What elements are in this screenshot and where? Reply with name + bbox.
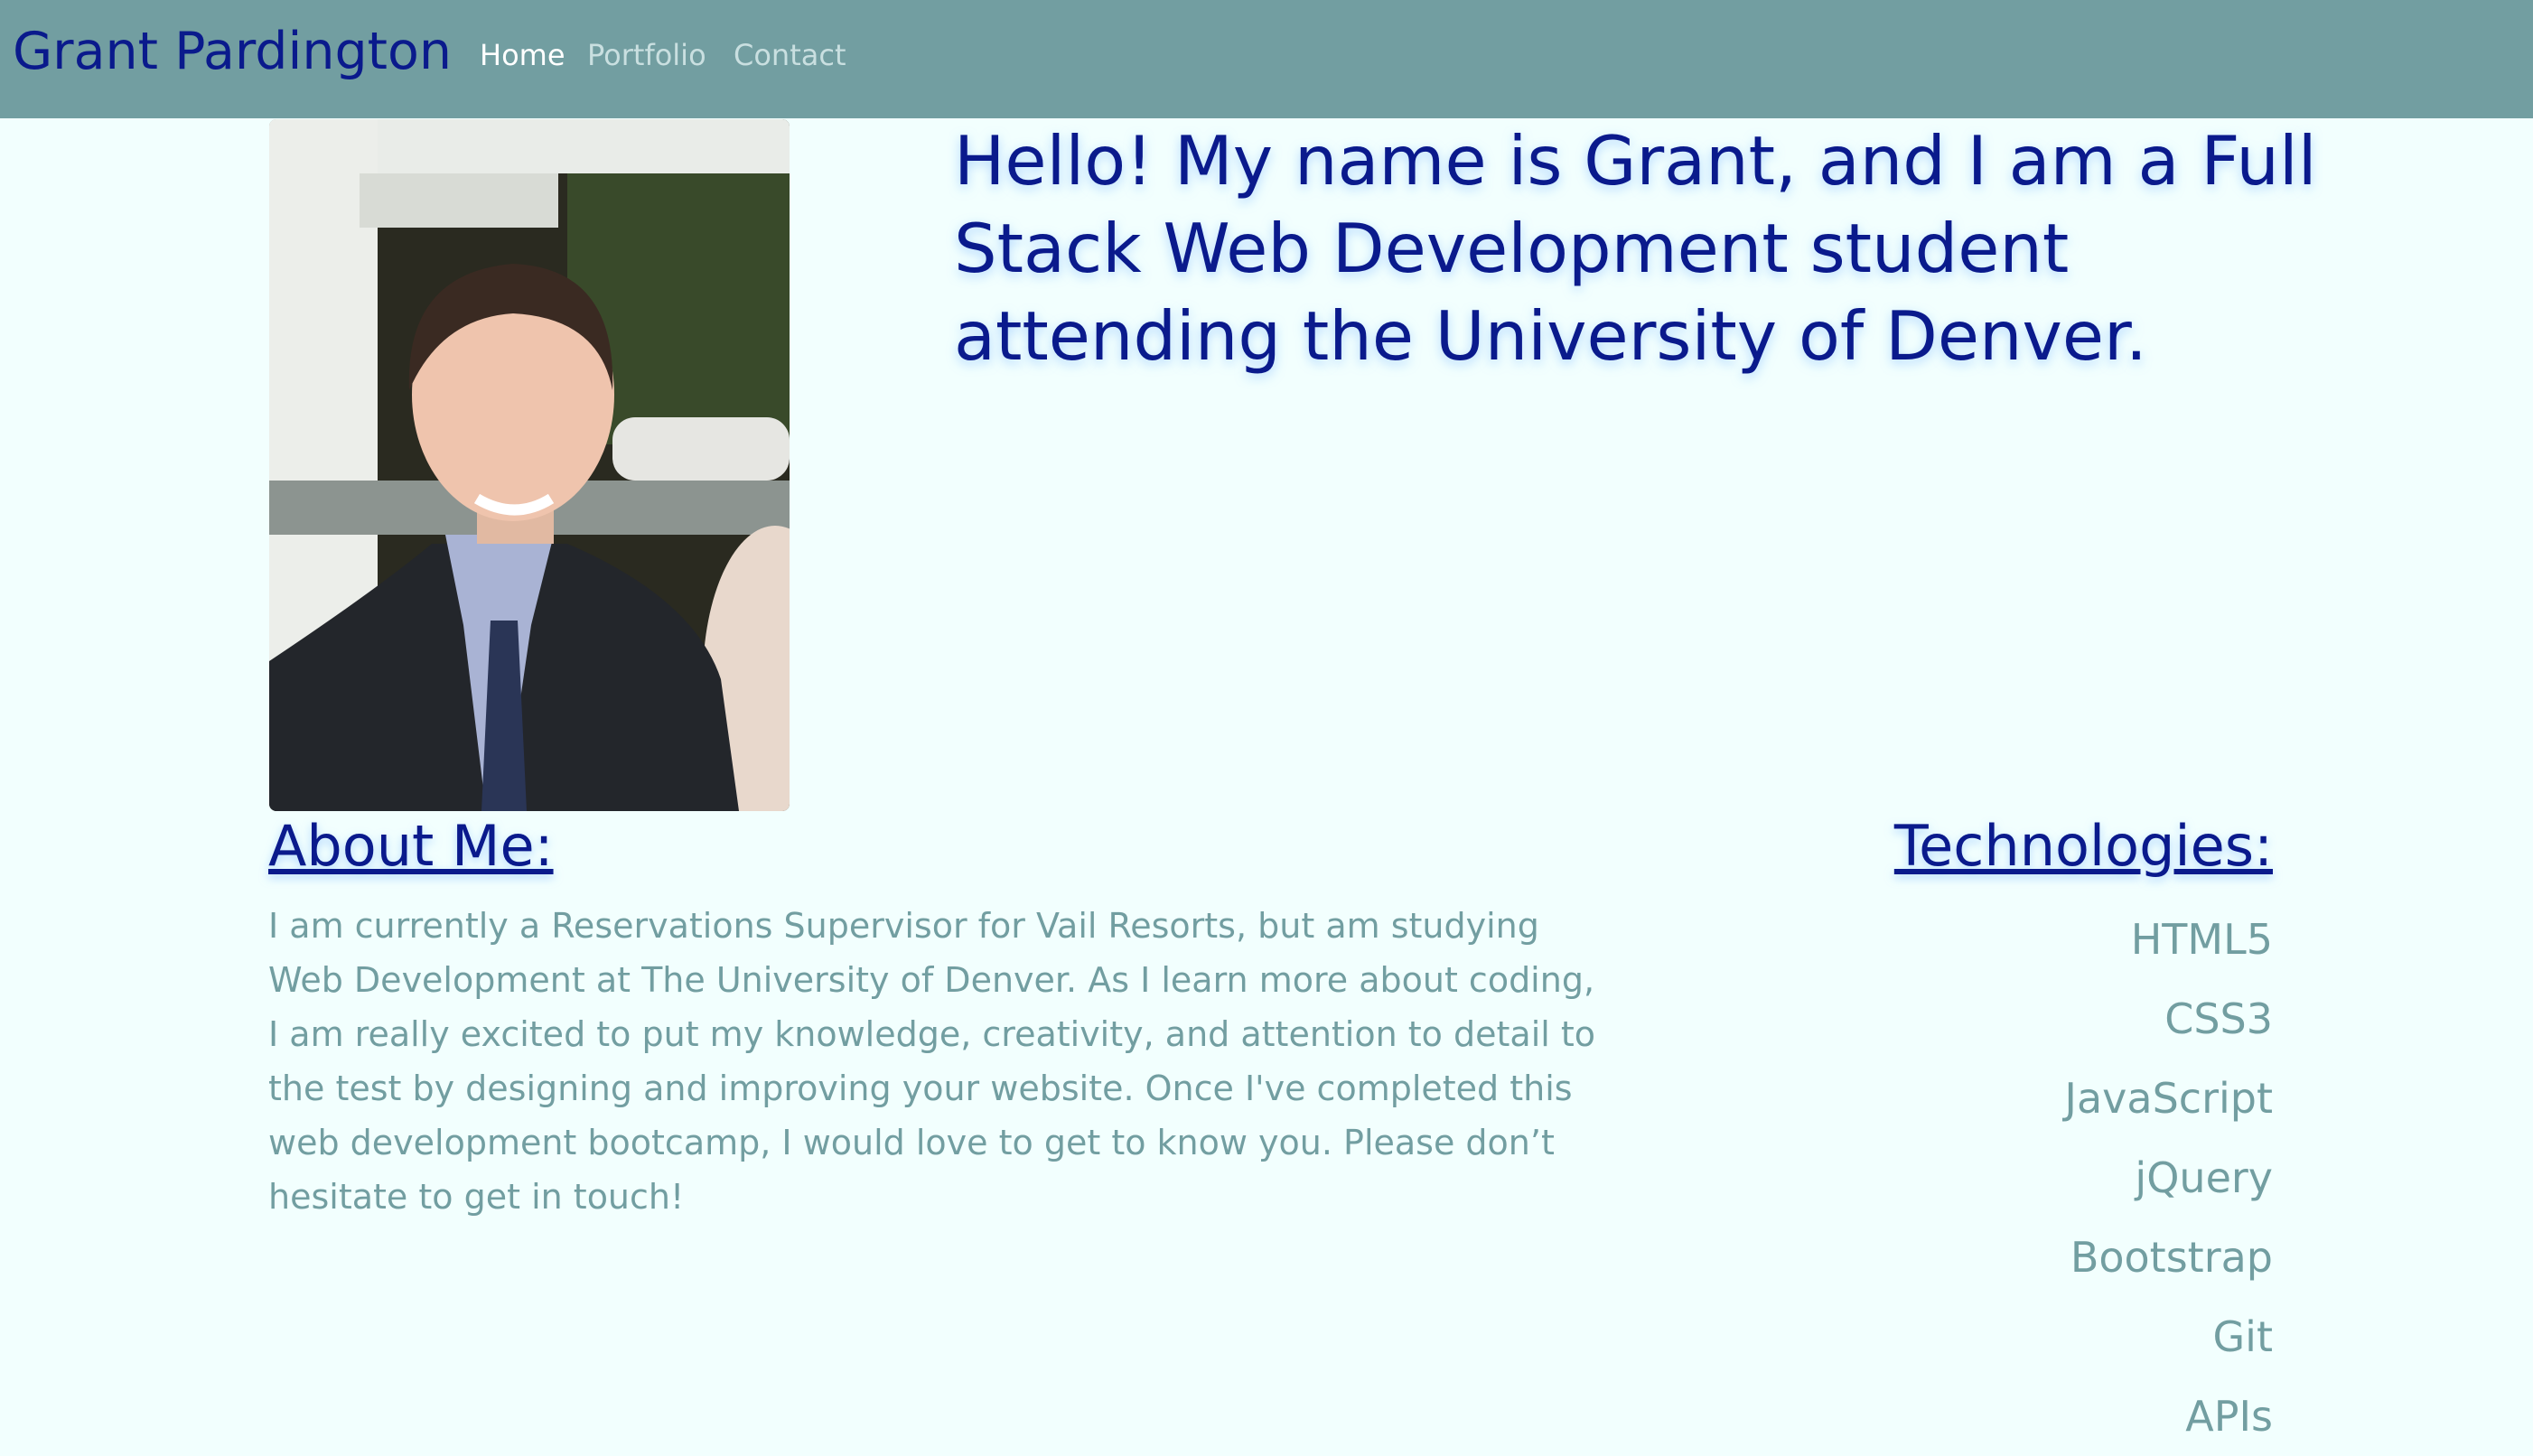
profile-photo xyxy=(269,119,790,811)
nav-link-home[interactable]: Home xyxy=(480,38,565,72)
about-text: I am currently a Reservations Supervisor… xyxy=(268,906,1596,1217)
technologies-heading: Technologies: xyxy=(1893,813,2273,879)
list-item: CSS3 xyxy=(2164,994,2273,1043)
nav-link-contact[interactable]: Contact xyxy=(734,38,846,72)
list-item: Bootstrap xyxy=(2070,1233,2273,1282)
list-item: JavaScript xyxy=(2064,1074,2273,1123)
brand-link[interactable]: Grant Pardington xyxy=(13,22,452,81)
hero-heading: Hello! My name is Grant, and I am a Full… xyxy=(954,121,2317,376)
list-item: jQuery xyxy=(2135,1153,2273,1202)
list-item: Git xyxy=(2212,1312,2273,1361)
technologies-list: HTML5 CSS3 JavaScript jQuery Bootstrap G… xyxy=(2064,900,2273,1456)
navbar: Grant Pardington Home Portfolio Contact xyxy=(0,0,2533,118)
list-item: HTML5 xyxy=(2130,915,2273,964)
list-item: APIs xyxy=(2185,1392,2273,1441)
about-heading: About Me: xyxy=(268,813,554,879)
nav-link-portfolio[interactable]: Portfolio xyxy=(587,38,706,72)
